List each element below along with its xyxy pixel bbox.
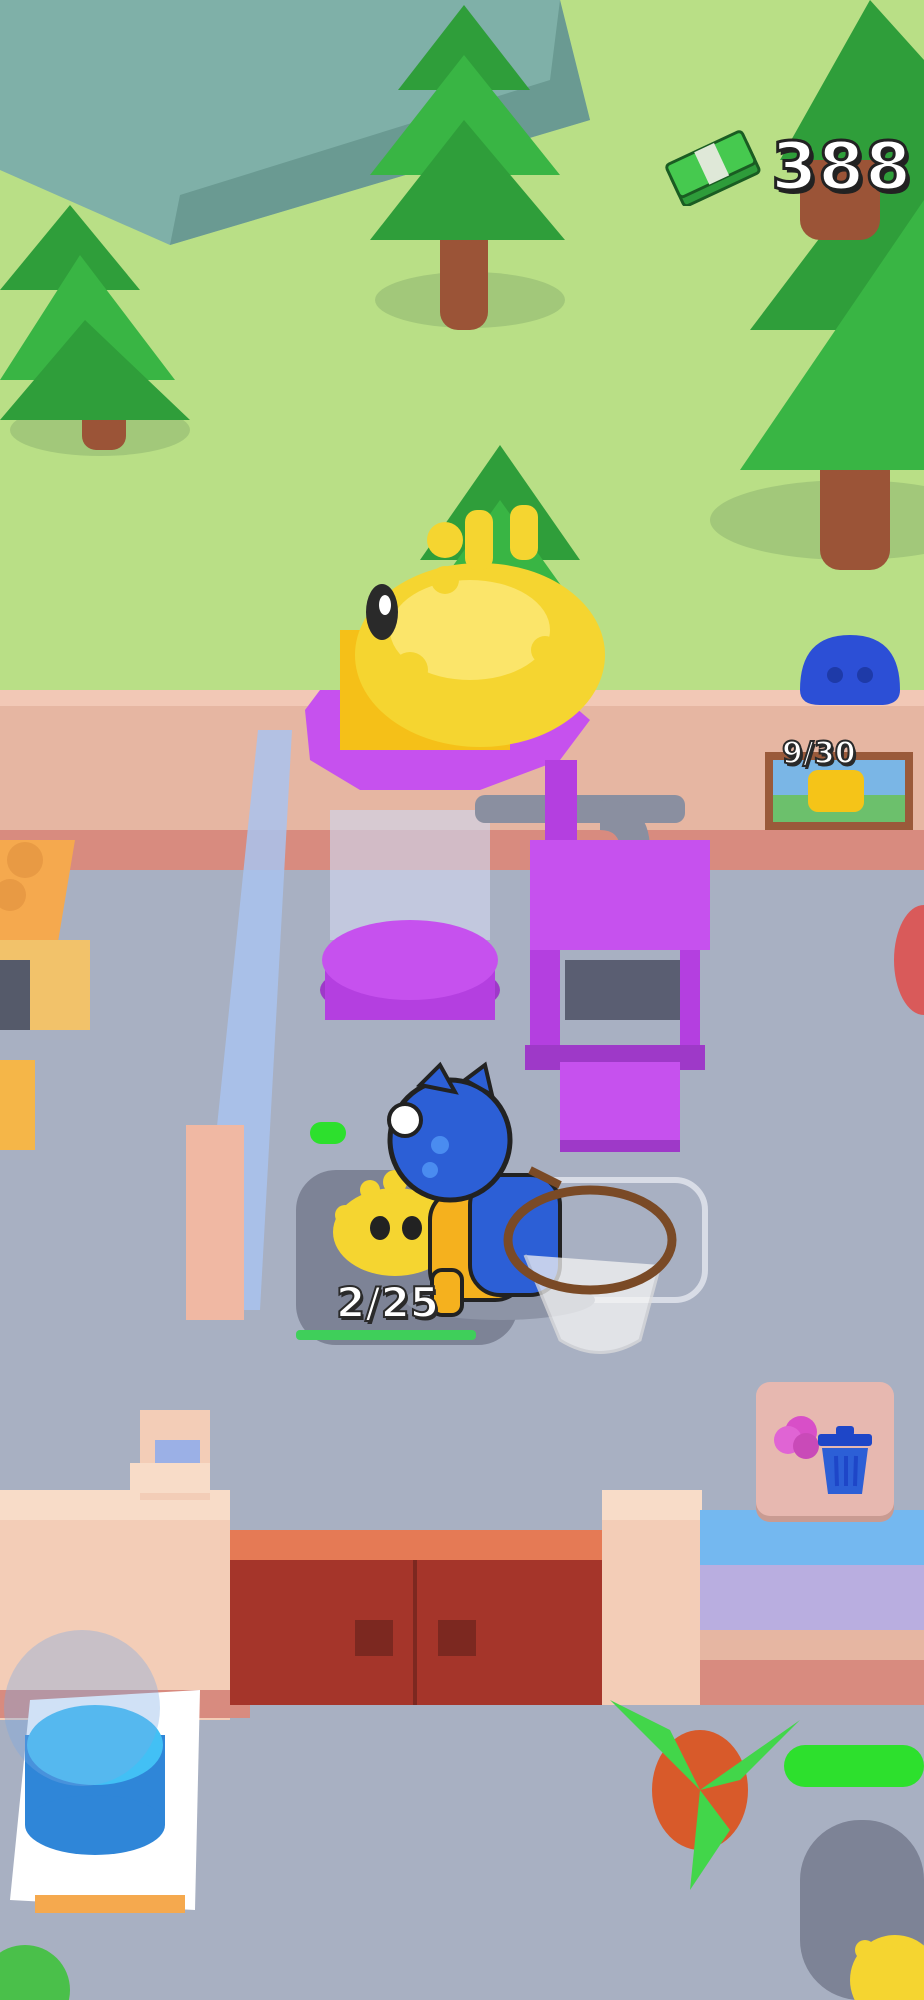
trash-can-icon [774,1416,872,1494]
carry-count-label: 2/25 [335,1277,440,1328]
cash-counter: 388 [662,118,912,214]
trash-button[interactable] [756,1382,894,1516]
right-progress-bar [784,1745,924,1787]
cash-amount: 388 [770,126,913,206]
joystick-knob[interactable] [4,1630,160,1786]
storage-capacity-label: 9/30 [781,735,857,772]
cash-stack-icon [665,130,761,206]
yellow-monster-corner [850,1935,924,2000]
